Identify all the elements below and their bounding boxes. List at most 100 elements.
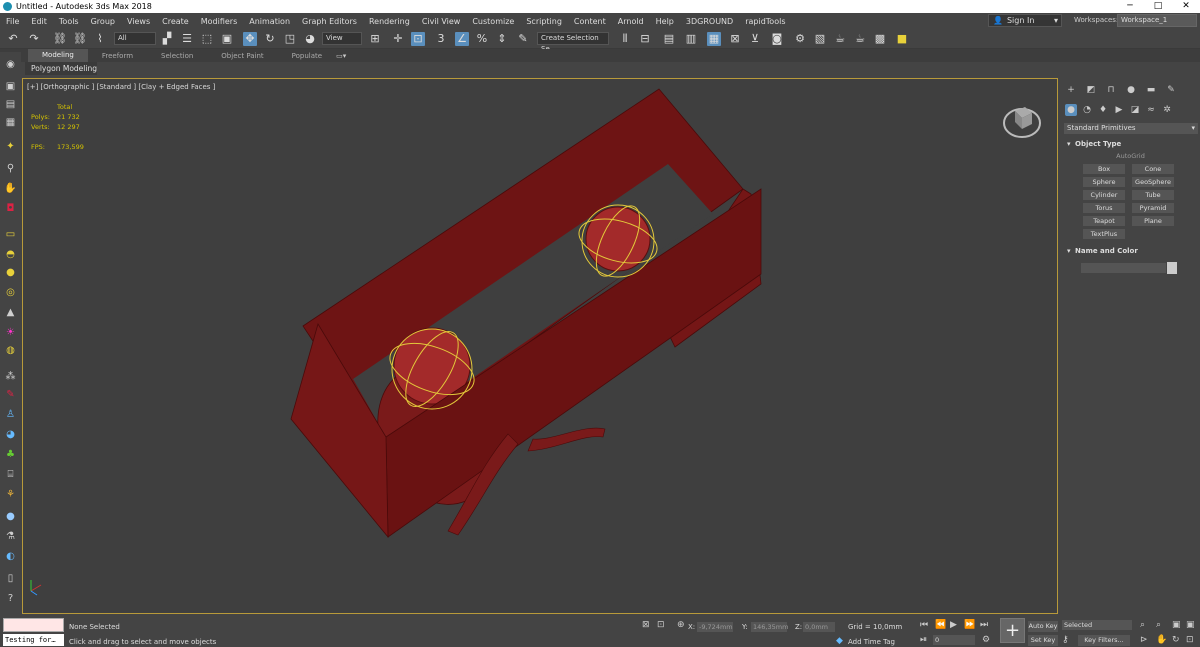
menu-rendering[interactable]: Rendering <box>363 17 416 26</box>
menu-scripting[interactable]: Scripting <box>520 17 568 26</box>
pan-icon[interactable]: ✋ <box>1156 635 1167 645</box>
utilities-tab-icon[interactable]: ✎ <box>1165 84 1177 96</box>
globe-icon[interactable]: ◕ <box>3 428 18 442</box>
previous-frame-icon[interactable]: ⏪ <box>935 620 946 630</box>
current-frame-field[interactable]: 0 <box>933 635 975 645</box>
place-icon[interactable]: ◕ <box>303 32 317 46</box>
pivot-center-icon[interactable]: ⊞ <box>368 32 382 46</box>
select-manipulate-icon[interactable]: ✛ <box>391 32 405 46</box>
named-selection-set-dropdown[interactable]: Create Selection Se <box>537 32 609 53</box>
object-color-swatch[interactable] <box>1167 262 1177 274</box>
render-iterative-icon[interactable]: ☕ <box>853 32 867 46</box>
ribbon-polygon-modeling[interactable]: Polygon Modeling <box>25 62 97 75</box>
menu-graph-editors[interactable]: Graph Editors <box>296 17 363 26</box>
scene-explorer-icon[interactable]: ▤ <box>662 32 676 46</box>
zoom-extents-icon[interactable]: ▣ <box>1172 620 1181 630</box>
tab-populate[interactable]: Populate <box>278 52 336 60</box>
grid-icon[interactable]: ▦ <box>3 116 18 130</box>
plane-icon[interactable]: ▭ <box>3 228 18 242</box>
shader-icon[interactable]: ◐ <box>3 550 18 564</box>
schematic-view-icon[interactable]: ⊻ <box>748 32 762 46</box>
select-object-icon[interactable]: ▞ <box>160 32 174 46</box>
autogrid-checkbox[interactable]: AutoGrid <box>1061 152 1200 160</box>
orbit-icon[interactable]: ↻ <box>1172 635 1180 645</box>
sphere-button[interactable]: Sphere <box>1083 177 1125 187</box>
viewport[interactable]: [+] [Orthographic ] [Standard ] [Clay + … <box>22 78 1058 614</box>
tab-object-paint[interactable]: Object Paint <box>207 52 277 60</box>
play-icon[interactable]: ▶ <box>950 620 957 630</box>
angle-snap-icon[interactable]: ∠ <box>455 32 469 46</box>
particles-icon[interactable]: ⁂ <box>3 370 18 384</box>
torus-icon[interactable]: ◎ <box>3 286 18 300</box>
rect-selection-icon[interactable]: ⬚ <box>200 32 214 46</box>
textplus-button[interactable]: TextPlus <box>1083 229 1125 239</box>
key-mode-icon[interactable]: ⏯ <box>920 635 927 645</box>
teapot-button[interactable]: Teapot <box>1083 216 1125 226</box>
figure-icon[interactable]: ♙ <box>3 408 18 422</box>
menu-customize[interactable]: Customize <box>466 17 520 26</box>
align-icon[interactable]: ⊟ <box>638 32 652 46</box>
menu-file[interactable]: File <box>0 17 25 26</box>
edit-named-selection-icon[interactable]: ✎ <box>516 32 530 46</box>
menu-arnold[interactable]: Arnold <box>612 17 650 26</box>
plane-button[interactable]: Plane <box>1132 216 1174 226</box>
render-in-cloud-icon[interactable]: ▩ <box>873 32 887 46</box>
next-frame-icon[interactable]: ⏩ <box>964 620 975 630</box>
dome-icon[interactable]: ◓ <box>3 248 18 262</box>
menu-civil-view[interactable]: Civil View <box>416 17 467 26</box>
set-key-button[interactable]: Set Key <box>1028 635 1058 646</box>
cone-icon[interactable]: ▲ <box>3 306 18 320</box>
selection-filter-dropdown[interactable]: All <box>114 32 156 45</box>
cone-button[interactable]: Cone <box>1132 164 1174 174</box>
percent-snap-icon[interactable]: % <box>475 32 489 46</box>
select-move-icon[interactable]: ✥ <box>243 32 257 46</box>
select-by-name-icon[interactable]: ☰ <box>180 32 194 46</box>
motion-tab-icon[interactable]: ● <box>1125 84 1137 96</box>
sun-icon[interactable]: ☀ <box>3 326 18 340</box>
viewport-label[interactable]: [+] [Orthographic ] [Standard ] [Clay + … <box>27 83 215 91</box>
menu-content[interactable]: Content <box>568 17 612 26</box>
material-editor-icon[interactable]: ◙ <box>770 32 784 46</box>
snaps-toggle-icon[interactable]: 3 <box>434 32 448 46</box>
key-filters-button[interactable]: Key Filters... <box>1078 635 1130 646</box>
go-to-end-icon[interactable]: ⏭ <box>980 620 988 630</box>
menu-views[interactable]: Views <box>121 17 156 26</box>
y-coordinate-field[interactable]: 146,35mm <box>751 622 788 632</box>
camera-icon[interactable]: ◘ <box>3 202 18 216</box>
window-crossing-icon[interactable]: ▣ <box>220 32 234 46</box>
pin-icon[interactable]: ✎ <box>3 388 18 402</box>
maxscript-listener[interactable] <box>3 618 64 632</box>
light-icon[interactable]: ✦ <box>3 140 18 154</box>
menu-help[interactable]: Help <box>650 17 680 26</box>
hand-icon[interactable]: ✋ <box>3 182 18 196</box>
display-tab-icon[interactable]: ▬ <box>1145 84 1157 96</box>
helpers-icon[interactable]: ◪ <box>1129 104 1141 116</box>
primitive-category-dropdown[interactable]: Standard Primitives ▾ <box>1064 123 1198 134</box>
unlink-icon[interactable]: ⛓ <box>73 32 87 46</box>
isolate-selection-icon[interactable]: ⊠ <box>642 620 650 630</box>
geosphere-button[interactable]: GeoSphere <box>1132 177 1174 187</box>
rig-icon[interactable]: ⚲ <box>3 162 18 176</box>
cylinder-button[interactable]: Cylinder <box>1083 190 1125 200</box>
tab-selection[interactable]: Selection <box>147 52 207 60</box>
menu-3dground[interactable]: 3DGROUND <box>680 17 739 26</box>
tab-freeform[interactable]: Freeform <box>88 52 147 60</box>
box-button[interactable]: Box <box>1083 164 1125 174</box>
list-icon[interactable]: ▤ <box>3 98 18 112</box>
geometry-icon[interactable]: ● <box>1065 104 1077 116</box>
torus-button[interactable]: Torus <box>1083 203 1125 213</box>
menu-animation[interactable]: Animation <box>243 17 296 26</box>
sign-in-dropdown[interactable]: 👤 Sign In ▾ <box>988 14 1062 27</box>
scene-geometry[interactable] <box>23 79 1058 614</box>
tree-icon[interactable]: ♣ <box>3 448 18 462</box>
rotate-icon[interactable]: ↻ <box>263 32 277 46</box>
sphere-icon[interactable]: ● <box>3 266 18 280</box>
reference-coordinate-dropdown[interactable]: View <box>322 32 362 45</box>
paint-icon[interactable]: ⚗ <box>3 530 18 544</box>
viewport-icon[interactable]: ◉ <box>3 58 18 72</box>
hierarchy-tab-icon[interactable]: ⊓ <box>1105 84 1117 96</box>
keyboard-shortcut-override-icon[interactable]: ⊡ <box>411 32 425 46</box>
scale-icon[interactable]: ◳ <box>283 32 297 46</box>
ball-icon[interactable]: ● <box>3 510 18 524</box>
scripts-icon[interactable]: ■ <box>895 32 909 46</box>
